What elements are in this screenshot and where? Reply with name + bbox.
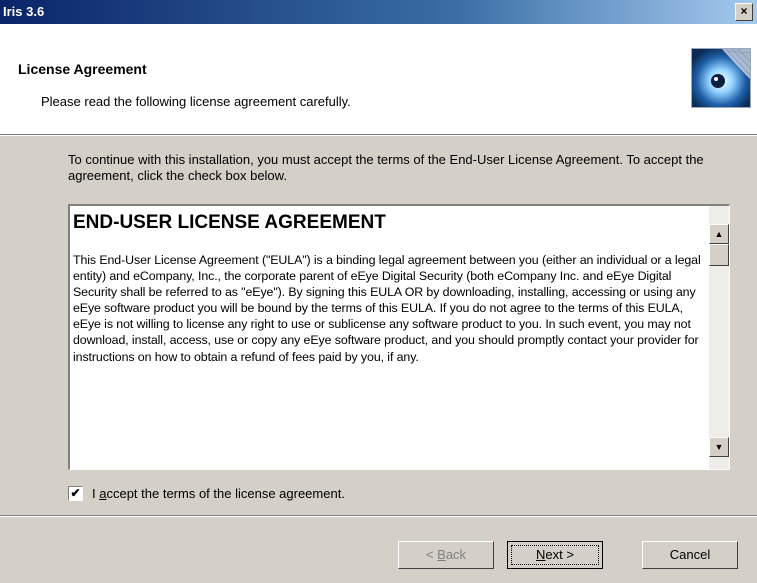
scroll-down-icon[interactable]: ▼ — [709, 437, 729, 457]
license-content: END-USER LICENSE AGREEMENT This End-User… — [73, 212, 705, 365]
page-title: License Agreement — [18, 61, 147, 77]
license-body: This End-User License Agreement ("EULA")… — [73, 253, 701, 364]
vertical-scrollbar[interactable]: ▲ ▼ — [709, 206, 729, 469]
back-button[interactable]: < Back — [398, 541, 494, 569]
instruction-text: To continue with this installation, you … — [68, 152, 704, 183]
accept-label[interactable]: I accept the terms of the license agreem… — [92, 486, 345, 501]
page-subtitle: Please read the following license agreem… — [41, 94, 351, 109]
scroll-thumb[interactable] — [709, 244, 729, 266]
wizard-header: License Agreement Please read the follow… — [0, 24, 757, 134]
header-divider — [0, 134, 757, 136]
license-text-box[interactable]: END-USER LICENSE AGREEMENT This End-User… — [68, 204, 730, 470]
eye-logo-icon — [691, 48, 751, 108]
cancel-button[interactable]: Cancel — [642, 541, 738, 569]
window-title: Iris 3.6 — [3, 4, 45, 19]
footer-divider — [0, 515, 757, 517]
title-bar: Iris 3.6 × — [0, 0, 757, 24]
accept-checkbox[interactable]: ✔ — [68, 486, 83, 501]
license-heading: END-USER LICENSE AGREEMENT — [73, 212, 386, 233]
scroll-up-icon[interactable]: ▲ — [709, 224, 729, 244]
close-icon[interactable]: × — [735, 3, 753, 21]
next-button[interactable]: Next > — [507, 541, 603, 569]
